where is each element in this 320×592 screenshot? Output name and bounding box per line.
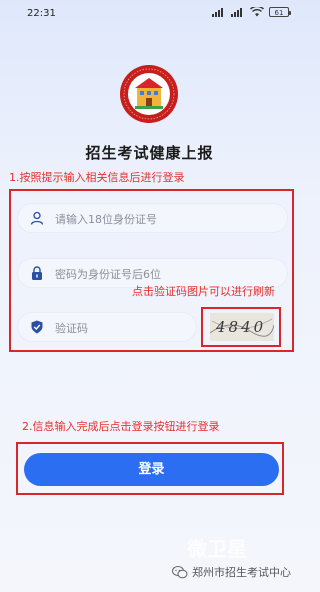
annotation-step2: 2.信息输入完成后点击登录按钮进行登录 [22, 420, 220, 433]
annotation-step1: 1.按照提示输入相关信息后进行登录 [9, 171, 185, 184]
lock-icon [32, 266, 42, 280]
login-button[interactable]: 登录 [24, 453, 279, 486]
watermark-ghost-text: 微卫星 [187, 537, 247, 561]
id-number-placeholder: 请输入18位身份证号 [55, 213, 157, 226]
password-placeholder: 密码为身份证号后6位 [55, 268, 161, 281]
id-number-input[interactable]: 请输入18位身份证号 [17, 203, 288, 233]
captcha-input[interactable]: 验证码 [17, 312, 197, 342]
watermark: 郑州市招生考试中心 [172, 564, 291, 580]
watermark-account: 郑州市招生考试中心 [192, 566, 291, 579]
school-emblem-logo [120, 65, 178, 123]
status-time: 22:31 [27, 8, 56, 19]
wifi-icon [250, 7, 264, 17]
signal-icon [212, 7, 226, 17]
captcha-image[interactable]: 4840 [210, 313, 274, 341]
captcha-text: 4840 [216, 318, 267, 336]
page-title: 招生考试健康上报 [85, 144, 214, 162]
shield-check-icon [31, 320, 43, 334]
captcha-placeholder: 验证码 [55, 322, 88, 335]
signal-2-icon [231, 7, 245, 17]
status-icons: 61 [212, 7, 291, 17]
battery-icon: 61 [269, 7, 291, 17]
status-bar: 22:31 61 [0, 0, 299, 28]
user-icon [30, 211, 44, 225]
wechat-icon [172, 565, 188, 578]
annotation-captcha-hint: 点击验证码图片可以进行刷新 [132, 285, 275, 298]
